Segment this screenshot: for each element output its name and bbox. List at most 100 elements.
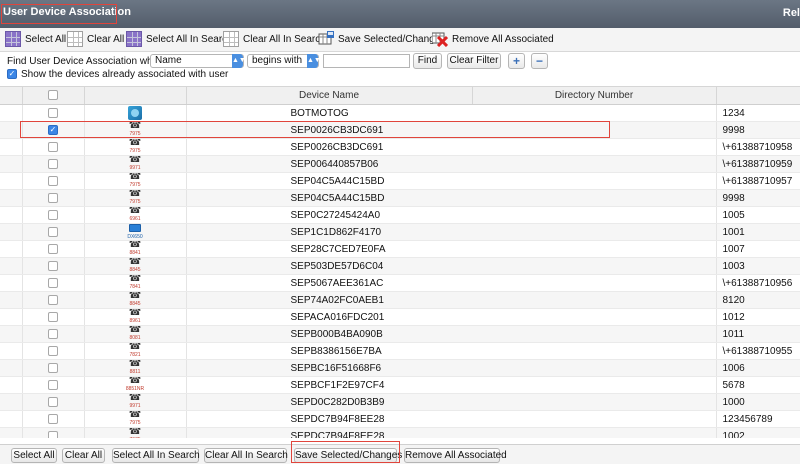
filter-search-input[interactable] <box>323 54 410 68</box>
device-model-label: 7975 <box>121 437 149 438</box>
directory-number-cell: 9998 <box>716 121 800 139</box>
device-name-cell[interactable]: SEP0026CB3DC691 <box>186 121 717 139</box>
row-checkbox[interactable] <box>48 379 58 390</box>
phone-icon: ☎ 7821 <box>125 343 145 359</box>
table-row[interactable]: BOTMOTOG 1234 <box>0 104 800 122</box>
device-name-cell[interactable]: SEPACA016FDC201 <box>186 308 717 326</box>
row-spacer-cell <box>0 223 23 241</box>
row-spacer-cell <box>0 189 23 207</box>
device-model-label: 7975 <box>129 199 141 205</box>
table-row[interactable]: ☎7975SEPDC7B94F8EE28123456789Auto 1010 <box>0 410 800 428</box>
table-row[interactable]: ☎7975SEP04C5A44C15BD\+61388710957SEP04C5… <box>0 172 800 190</box>
table-row[interactable]: ☎7975SEP04C5A44C15BD9998SEP04C5A44C15BD <box>0 189 800 207</box>
row-checkbox[interactable] <box>48 413 58 424</box>
table-row[interactable]: ☎7821SEPB8386156E7BA\+61388710955SEPB838… <box>0 342 800 360</box>
select-all-button[interactable]: Select All <box>5 31 66 49</box>
header-select-all[interactable] <box>22 86 85 105</box>
row-checkbox[interactable] <box>48 260 58 271</box>
device-model-label: 7975 <box>129 420 141 426</box>
table-row[interactable]: ☎8811SEPBC16F51668F61006Auto 1006 <box>0 359 800 377</box>
row-checkbox[interactable] <box>48 345 58 356</box>
row-checkbox[interactable] <box>48 328 58 339</box>
select-all-label: Select All <box>25 34 67 45</box>
device-name-cell[interactable]: SEP1C1D862F4170 <box>186 223 717 241</box>
remove-all-associated-button[interactable]: Remove All Associated <box>431 31 554 49</box>
clear-all-in-search-button[interactable]: Clear All In Search <box>223 31 326 49</box>
table-row[interactable]: ☎8081SEPB000B4BA090B1011Auto 1011 <box>0 325 800 343</box>
bottom-remove-all-associated-button[interactable]: Remove All Associated <box>404 448 507 463</box>
header-select-all-checkbox[interactable] <box>48 90 58 101</box>
directory-number-cell: 5678 <box>716 376 800 394</box>
device-model-label: DX650 <box>127 234 143 240</box>
clear-all-button[interactable]: Clear All <box>67 31 124 49</box>
filter-field-select[interactable]: Name ▲▼ <box>150 54 246 68</box>
table-row[interactable]: ☎8845SEP503DE57D6C041003Auto 1003 <box>0 257 800 275</box>
row-checkbox[interactable] <box>48 175 58 186</box>
device-model-label: 9971 <box>129 165 141 171</box>
show-associated-option[interactable]: ✓ Show the devices already associated wit… <box>7 69 228 81</box>
header-device-name[interactable]: Device Name <box>186 86 473 105</box>
filter-operator-select[interactable]: begins with ▲▼ <box>247 54 321 68</box>
row-checkbox[interactable] <box>48 141 58 152</box>
device-name-cell[interactable]: SEP0C27245424A0 <box>186 206 717 224</box>
table-row[interactable]: ☎8961SEPACA016FDC2011012Auto 1012 <box>0 308 800 326</box>
bottom-select-all-in-search-button[interactable]: Select All In Search <box>112 448 200 463</box>
table-row[interactable]: ☎8845SEP74A02FC0AEB18120Auto 1008 <box>0 291 800 309</box>
table-row[interactable]: ☎7975SEP0026CB3DC691\+61388710958SEP0026… <box>0 138 800 156</box>
device-name-cell[interactable]: SEPBC16F51668F6 <box>186 359 717 377</box>
row-checkbox[interactable]: ✓ <box>48 124 58 135</box>
row-checkbox[interactable] <box>48 192 58 203</box>
table-row[interactable]: ☎8841SEP28C7CED7E0FA1007Auto 1007 <box>0 240 800 258</box>
filter-operator-value: begins with <box>252 55 303 66</box>
table-row[interactable]: ☎8851NRSEPBCF1F2E97CF45678Auto 1009 <box>0 376 800 394</box>
device-name-cell[interactable]: SEP28C7CED7E0FA <box>186 240 717 258</box>
device-name-cell[interactable]: SEP5067AEE361AC <box>186 274 717 292</box>
device-name-cell[interactable]: SEPD0C282D0B3B9 <box>186 393 717 411</box>
row-checkbox[interactable] <box>48 158 58 169</box>
row-checkbox[interactable] <box>48 243 58 254</box>
table-row[interactable]: ☎7975SEPDC7B94F8EE281002Auto 1002 <box>0 427 800 438</box>
table-row[interactable]: ☎9971SEPD0C282D0B3B91000Auto 1000 <box>0 393 800 411</box>
table-row[interactable]: ☎9971SEP006440857B06\+61388710959SEP0064… <box>0 155 800 173</box>
row-checkbox[interactable] <box>48 209 58 220</box>
clear-filter-button[interactable]: Clear Filter <box>447 53 501 69</box>
select-all-in-search-button[interactable]: Select All In Search <box>126 31 233 49</box>
table-row[interactable]: ✓☎7975SEP0026CB3DC6919998SEP0026CB3DC691 <box>0 121 800 139</box>
bottom-save-selected-changes-button[interactable]: Save Selected/Changes <box>294 448 402 463</box>
device-name-cell[interactable]: SEP0026CB3DC691 <box>186 138 717 156</box>
row-checkbox[interactable] <box>48 396 58 407</box>
add-filter-button[interactable]: + <box>508 53 525 69</box>
row-checkbox[interactable] <box>48 226 58 237</box>
row-checkbox[interactable] <box>48 294 58 305</box>
row-checkbox[interactable] <box>48 311 58 322</box>
device-name-cell[interactable]: SEPB000B4BA090B <box>186 325 717 343</box>
device-name-cell[interactable]: BOTMOTOG <box>186 104 717 122</box>
header-directory-number[interactable]: Directory Number <box>472 86 717 105</box>
table-row[interactable]: ☎6961SEP0C27245424A01005Auto 1005 <box>0 206 800 224</box>
row-device-icon-cell: ☎ 8841 <box>84 240 187 258</box>
device-name-cell[interactable]: SEPDC7B94F8EE28 <box>186 427 717 438</box>
bottom-clear-all-button[interactable]: Clear All <box>62 448 105 463</box>
find-button[interactable]: Find <box>413 53 442 69</box>
device-name-cell[interactable]: SEPBCF1F2E97CF4 <box>186 376 717 394</box>
device-name-cell[interactable]: SEP503DE57D6C04 <box>186 257 717 275</box>
device-name-cell[interactable]: SEP04C5A44C15BD <box>186 172 717 190</box>
table-row[interactable]: ☎7841SEP5067AEE361AC\+61388710956Auto 10… <box>0 274 800 292</box>
row-checkbox[interactable] <box>48 277 58 288</box>
row-checkbox[interactable] <box>48 107 58 118</box>
video-phone-screen-shape <box>129 224 141 232</box>
device-name-cell[interactable]: SEP74A02FC0AEB1 <box>186 291 717 309</box>
row-checkbox[interactable] <box>48 430 58 438</box>
bottom-select-all-button[interactable]: Select All <box>11 448 57 463</box>
save-selected-changes-button[interactable]: Save Selected/Changes <box>318 31 445 49</box>
show-associated-checkbox[interactable]: ✓ <box>7 69 17 80</box>
device-name-cell[interactable]: SEP04C5A44C15BD <box>186 189 717 207</box>
device-name-cell[interactable]: SEPDC7B94F8EE28 <box>186 410 717 428</box>
device-name-cell[interactable]: SEPB8386156E7BA <box>186 342 717 360</box>
row-checkbox[interactable] <box>48 362 58 373</box>
bottom-clear-all-in-search-button[interactable]: Clear All In Search <box>204 448 288 463</box>
filter-field-dropdown-icon: ▲▼ <box>232 54 246 68</box>
remove-filter-button[interactable]: − <box>531 53 548 69</box>
table-row[interactable]: DX650SEP1C1D862F41701001Auto 1001 <box>0 223 800 241</box>
device-name-cell[interactable]: SEP006440857B06 <box>186 155 717 173</box>
